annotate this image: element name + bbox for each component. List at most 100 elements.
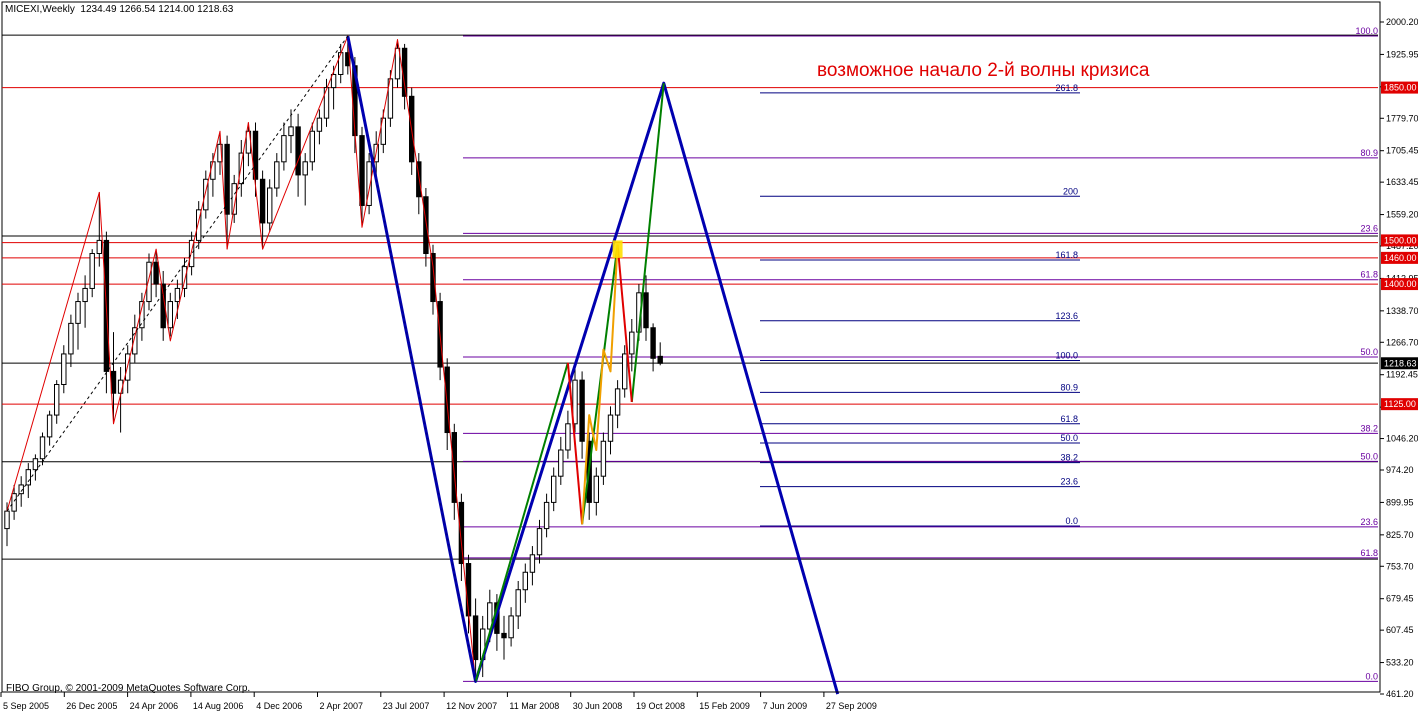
candle-body-43 xyxy=(309,130,316,163)
fib_projection-label-3: 123.6 xyxy=(1055,311,1078,321)
candle-body-42 xyxy=(302,161,308,176)
y-tick-label-18: 679.45 xyxy=(1386,594,1414,604)
candle-body-13 xyxy=(96,239,102,255)
fib_projection-label-6: 61.8 xyxy=(1060,414,1078,424)
plot-area[interactable] xyxy=(1,1,1381,693)
x-tick-label-1: 26 Dec 2005 xyxy=(66,701,117,711)
candle-body-70 xyxy=(501,632,507,639)
candle-body-50 xyxy=(359,135,365,206)
candle-body-21 xyxy=(153,261,159,285)
candle-body-92 xyxy=(657,355,663,364)
y-tick-label-19: 607.45 xyxy=(1386,625,1414,635)
candle-body-55 xyxy=(394,47,401,80)
y-tick-label-3: 1779.70 xyxy=(1386,113,1418,123)
candle-body-91 xyxy=(650,327,656,359)
fib_large-label-8: 61.8 xyxy=(1360,548,1378,558)
candle-body-25 xyxy=(181,266,188,289)
fib_projection-label-8: 38.2 xyxy=(1060,453,1078,463)
candle-body-9 xyxy=(68,322,74,355)
fib_projection-label-10: 0.0 xyxy=(1065,516,1078,526)
x-tick-label-8: 11 Mar 2008 xyxy=(509,701,559,711)
fib_large-label-0: 100.0 xyxy=(1355,26,1378,36)
x-tick-label-12: 7 Jun 2009 xyxy=(763,701,808,711)
fib_projection-label-7: 50.0 xyxy=(1060,433,1078,443)
x-tick-label-13: 27 Sep 2009 xyxy=(826,701,877,711)
y-tick-label-20: 533.20 xyxy=(1386,658,1414,668)
fib_large-label-1: 80.9 xyxy=(1360,148,1378,158)
x-axis: 5 Sep 2005 26 Dec 2005 24 Apr 2006 14 Aug 2… xyxy=(0,691,1380,711)
x-tick-label-5: 2 Apr 2007 xyxy=(320,701,364,711)
y-tick-label-11: 1192.45 xyxy=(1386,370,1418,380)
candle-body-1 xyxy=(11,493,17,512)
chart-header: MICEXI,Weekly 1234.49 1266.54 1214.00 12… xyxy=(5,4,233,15)
candle-body-81 xyxy=(579,379,585,442)
fib_projection-label-0: 261.8 xyxy=(1055,83,1078,93)
candle-body-71 xyxy=(508,615,514,639)
candle-body-44 xyxy=(316,117,323,132)
y-tick-label-15: 899.95 xyxy=(1386,497,1414,507)
price-tag-4: 1218.63 xyxy=(1384,358,1417,368)
x-tick-label-6: 23 Jul 2007 xyxy=(383,701,430,711)
candle-body-6 xyxy=(46,414,53,438)
candle-body-59 xyxy=(423,196,429,255)
candle-body-20 xyxy=(146,261,152,303)
candle-body-3 xyxy=(25,469,32,486)
price-tag-3: 1400.00 xyxy=(1384,279,1417,289)
y-tick-label-14: 974.20 xyxy=(1386,465,1414,475)
candle-body-85 xyxy=(607,414,614,442)
price-tag-2: 1460.00 xyxy=(1384,253,1417,263)
candle-body-37 xyxy=(267,187,273,224)
y-tick-label-17: 753.70 xyxy=(1386,561,1414,571)
candle-body-77 xyxy=(551,475,557,503)
candle-body-76 xyxy=(543,501,550,530)
candle-body-10 xyxy=(75,301,81,324)
y-tick-label-4: 1705.45 xyxy=(1386,146,1418,156)
fib_large-label-4: 50.0 xyxy=(1360,347,1378,357)
candle-body-7 xyxy=(54,384,60,416)
fib_large-label-3: 61.8 xyxy=(1360,270,1378,280)
price-chart: 100.0 80.9 23.6 61.8 50.0 38.2 50.0 23.6 61.8 0.0… xyxy=(0,1,1418,711)
y-tick-label-13: 1046.20 xyxy=(1386,434,1418,444)
y-tick-label-10: 1266.70 xyxy=(1386,337,1418,347)
candle-body-73 xyxy=(522,571,528,591)
candle-body-12 xyxy=(89,253,95,289)
y-axis: 2000.201925.951851.701779.701705.451633.… xyxy=(1379,2,1418,699)
annotation-text: возможное начало 2-й волны кризиса xyxy=(817,60,1150,81)
candle-body-84 xyxy=(600,440,607,477)
fib_large-label-2: 23.6 xyxy=(1360,223,1378,233)
candle-body-36 xyxy=(259,178,266,224)
peak-highlight xyxy=(612,240,623,258)
candle-body-5 xyxy=(39,436,46,460)
symbol-title: MICEXI,Weekly xyxy=(5,4,75,15)
x-tick-label-9: 30 Jun 2008 xyxy=(573,701,623,711)
y-tick-label-5: 1633.45 xyxy=(1386,177,1418,187)
candle-body-83 xyxy=(593,475,599,503)
fib_projection-label-5: 80.9 xyxy=(1060,382,1078,392)
candle-body-79 xyxy=(565,423,571,451)
candle-body-11 xyxy=(82,287,88,303)
fib_projection-label-4: 100.0 xyxy=(1055,350,1078,360)
x-tick-label-2: 24 Apr 2006 xyxy=(130,701,179,711)
x-tick-label-10: 19 Oct 2008 xyxy=(636,701,685,711)
candle-body-41 xyxy=(295,126,301,176)
candle-body-72 xyxy=(515,589,521,617)
x-tick-label-0: 5 Sep 2005 xyxy=(3,701,49,711)
price-tag-5: 1125.00 xyxy=(1384,399,1416,409)
copyright-text: FIBO Group, © 2001-2009 MetaQuotes Softw… xyxy=(6,683,251,694)
y-tick-label-0: 2000.20 xyxy=(1386,17,1418,27)
x-tick-label-4: 4 Dec 2006 xyxy=(256,701,302,711)
x-tick-label-7: 12 Nov 2007 xyxy=(446,701,497,711)
price-tag-0: 1850.00 xyxy=(1384,83,1417,93)
candle-body-74 xyxy=(529,554,536,573)
fib_large-label-5: 38.2 xyxy=(1360,423,1378,433)
candle-body-15 xyxy=(110,370,117,394)
x-tick-label-3: 14 Aug 2006 xyxy=(193,701,244,711)
candle-body-66 xyxy=(472,615,479,661)
ohlc-values: 1234.49 1266.54 1214.00 1218.63 xyxy=(80,4,234,15)
fib_projection-label-9: 23.6 xyxy=(1060,477,1078,487)
fib_large-label-6: 50.0 xyxy=(1360,451,1378,461)
fib_large-label-7: 23.6 xyxy=(1360,517,1378,527)
candle-body-24 xyxy=(174,287,181,303)
candle-body-4 xyxy=(32,458,39,471)
candle-body-29 xyxy=(210,161,216,180)
